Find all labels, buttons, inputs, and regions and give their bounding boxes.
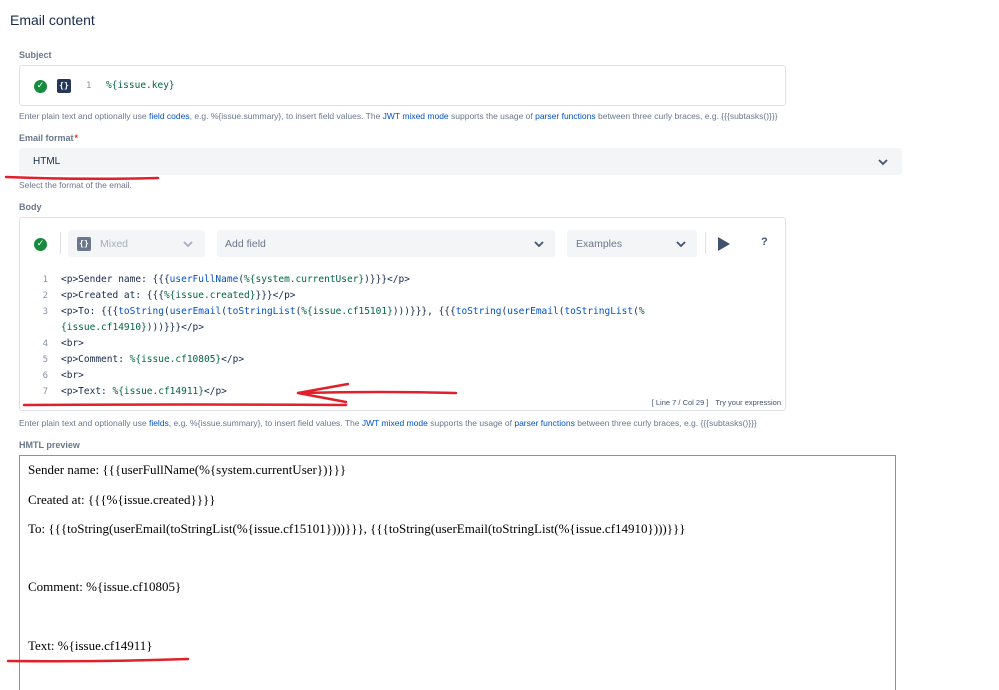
examples-dropdown[interactable]: Examples [567,230,697,257]
email-format-value: HTML [33,156,61,167]
line-number: 2 [42,291,48,301]
help-button[interactable]: ? [761,236,768,248]
mixed-mode-icon: {} [77,237,91,251]
toolbar-divider [60,232,61,254]
code-line[interactable]: 4 <br> [20,338,780,354]
email-format-help: Select the format of the email. [19,180,132,190]
play-icon[interactable] [718,237,730,251]
preview-label: HMTL preview [19,440,80,450]
line-number: 1 [86,81,92,91]
editor-status: [ Line 7 / Col 29 ] Try your expression [645,398,781,407]
email-format-label: Email format* [19,133,79,143]
chevron-down-icon [676,241,686,248]
line-number: 5 [42,355,48,365]
jwt-mixed-mode-link[interactable]: JWT mixed mode [362,418,428,428]
preview-line: Text: %{issue.cf14911} [28,638,153,653]
code-text: <p>Text: %{issue.cf14911}</p> [61,386,227,397]
preview-line: Comment: %{issue.cf10805} [28,579,182,594]
html-preview: Sender name: {{{userFullName(%{system.cu… [19,455,896,690]
valid-check-icon: ✓ [34,238,47,251]
toolbar-divider [705,232,706,254]
code-line[interactable]: 5 <p>Comment: %{issue.cf10805}</p> [20,354,780,370]
code-line[interactable]: 3 <p>To: {{{toString(userEmail(toStringLi… [20,306,780,322]
chevron-down-icon [534,241,544,248]
add-field-dropdown[interactable]: Add field [217,230,555,257]
code-text: <br> [61,370,84,381]
code-line[interactable]: 2 <p>Created at: {{{%{issue.created}}}}</… [20,290,780,306]
subject-editor[interactable]: ✓ {} 1 %{issue.key} [19,65,786,106]
line-number: 3 [42,307,48,317]
body-label: Body [19,202,42,212]
underline-annotation [4,175,160,181]
required-asterisk: * [74,133,79,143]
code-text: <p>Comment: %{issue.cf10805}</p> [61,354,245,365]
body-editor[interactable]: ✓ {} Mixed Add field Examples ? 1 <p>Send… [19,217,786,411]
code-line[interactable]: 6 <br> [20,370,780,386]
fields-link[interactable]: fields [149,418,169,428]
code-text: <p>Created at: {{{%{issue.created}}}}</p… [61,290,296,301]
preview-line: To: {{{toString(userEmail(toStringList(%… [28,521,686,536]
subject-help: Enter plain text and optionally use fiel… [19,111,778,121]
jwt-mixed-mode-link[interactable]: JWT mixed mode [383,111,449,121]
page-title: Email content [10,12,95,28]
email-format-select[interactable]: HTML [19,148,902,175]
line-number: 1 [42,275,48,285]
parser-functions-link[interactable]: parser functions [514,418,574,428]
chevron-down-icon [183,241,193,248]
cursor-position: [ Line 7 / Col 29 ] [651,398,709,407]
mode-dropdown[interactable]: {} Mixed [68,230,205,257]
line-number: 4 [42,339,48,349]
try-expression-link[interactable]: Try your expression [715,398,781,407]
valid-check-icon: ✓ [34,80,47,93]
field-codes-link[interactable]: field codes [149,111,190,121]
line-number: 6 [42,371,48,381]
preview-line: Created at: {{{%{issue.created}}}} [28,492,216,507]
code-line[interactable]: 1 <p>Sender name: {{{userFullName(%{syste… [20,274,780,290]
code-text: <p>Sender name: {{{userFullName(%{system… [61,274,410,285]
line-number: 7 [42,387,48,397]
code-text: {issue.cf14910})))}}}</p> [61,322,204,333]
subject-label: Subject [19,50,52,60]
mixed-mode-icon[interactable]: {} [57,79,71,93]
code-text: <br> [61,338,84,349]
code-line[interactable]: {issue.cf14910})))}}}</p> [20,322,780,338]
subject-value[interactable]: %{issue.key} [106,80,175,91]
preview-line: Sender name: {{{userFullName(%{system.cu… [28,462,347,477]
chevron-down-icon [878,159,888,166]
body-help: Enter plain text and optionally use fiel… [19,418,757,428]
parser-functions-link[interactable]: parser functions [535,111,595,121]
code-text: <p>To: {{{toString(userEmail(toStringLis… [61,306,645,317]
